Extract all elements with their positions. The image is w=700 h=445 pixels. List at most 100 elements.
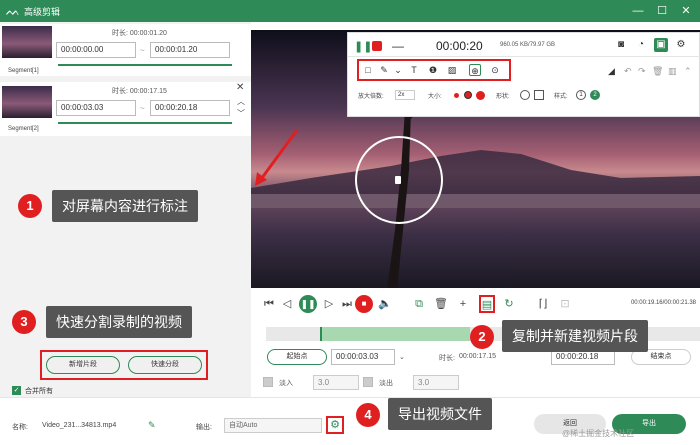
delete-icon[interactable]: 🗑 <box>652 66 663 77</box>
number-marker-icon[interactable]: ❶ <box>427 64 439 76</box>
output-select[interactable]: 自动Auto <box>224 418 322 433</box>
segment-end-field[interactable]: 00:00:20.18 <box>150 100 230 116</box>
selected-range[interactable] <box>320 327 470 341</box>
add-icon[interactable]: + <box>455 296 471 312</box>
volume-icon[interactable]: 🔈 <box>377 296 393 312</box>
segment-start-field[interactable]: 00:00:03.03 <box>56 100 136 116</box>
playback-time: 00:00:19.16/00:00:21.38 <box>630 300 696 306</box>
rectangle-icon[interactable]: □ <box>362 64 374 76</box>
edit-name-icon[interactable]: ✎ <box>148 420 156 431</box>
style-option[interactable]: 2 <box>590 90 600 100</box>
step-forward-icon[interactable]: ▷ <box>321 296 337 312</box>
arrow-annotation-icon <box>255 129 299 186</box>
pen-icon[interactable]: ✎ <box>378 64 390 76</box>
mouse-cursor-icon <box>395 176 401 184</box>
chevron-up-icon[interactable]: ⌃ <box>684 66 692 77</box>
spotlight-icon[interactable]: ⊙ <box>489 64 501 76</box>
copy-segment-icon[interactable]: ▤ <box>479 295 495 313</box>
segment-duration: 时长: 00:00:17.15 <box>112 88 167 95</box>
shape-square-option[interactable] <box>534 90 544 100</box>
clear-icon[interactable]: ▥ <box>668 66 677 77</box>
segment-end-field[interactable]: 00:00:01.20 <box>150 42 230 58</box>
segment-item[interactable]: Segment[1] 时长: 00:00:01.20 00:00:00.00 ~… <box>0 24 251 76</box>
pause-icon[interactable]: ❚❚ <box>299 295 317 313</box>
magnifier-icon[interactable]: ⊕ <box>469 64 481 76</box>
eraser-icon[interactable]: ◢ <box>608 66 615 77</box>
range-separator: ~ <box>140 104 145 113</box>
redo-icon[interactable]: ↷ <box>638 66 646 77</box>
shape-circle-option[interactable] <box>520 90 530 100</box>
quick-split-button[interactable]: 快速分段 <box>128 356 202 374</box>
output-label: 输出: <box>196 424 212 431</box>
name-label: 名称: <box>12 424 28 431</box>
draw-tools-highlight: □ ✎ ⌄ T ❶ ▨ ⊕ ⊙ <box>357 59 511 81</box>
fade-out-label: 淡出 <box>379 380 393 387</box>
size-medium-option[interactable] <box>464 91 472 99</box>
record-size: 960.05 KB/79.97 GB <box>500 42 556 48</box>
playback-controls: ⏮ ◁ ❚❚ ▷ ⏭ ■ 🔈 ⧉ 🗑 + ▤ ↻ ⌈⌋ ⊡ 00:00:19.1… <box>251 290 700 320</box>
mountain-shape <box>251 150 700 208</box>
segment-label: Segment[2] <box>8 126 39 132</box>
duration-value: 00:00:17.15 <box>459 353 496 360</box>
callout-text: 对屏幕内容进行标注 <box>52 190 198 222</box>
zoom-select[interactable]: 2x <box>395 90 415 100</box>
remove-segment-icon[interactable]: ✕ <box>236 82 244 93</box>
check-icon: ✓ <box>12 386 21 395</box>
segment-progress <box>58 64 232 66</box>
title-bar: ᨓ 高级剪辑 — ☐ ✕ <box>0 0 700 22</box>
fade-in-field[interactable]: 3.0 <box>313 375 359 390</box>
text-icon[interactable]: T <box>408 64 420 76</box>
maximize-icon[interactable]: ☐ <box>654 3 670 19</box>
image-icon[interactable]: ▨ <box>446 64 458 76</box>
set-start-button[interactable]: 起始点 <box>267 349 327 365</box>
close-icon[interactable]: ✕ <box>678 3 694 19</box>
stop-icon[interactable]: ■ <box>355 295 373 313</box>
pause-icon[interactable]: ❚❚ <box>354 40 372 53</box>
settings-gear-icon[interactable]: ⚙ <box>674 38 688 52</box>
size-small-option[interactable] <box>454 93 459 98</box>
refresh-icon[interactable]: ↻ <box>501 296 517 312</box>
size-large-option[interactable] <box>476 91 485 100</box>
merge-all-label: 合并所有 <box>25 388 53 395</box>
record-stop-icon[interactable] <box>372 41 382 51</box>
trim-icon[interactable]: ⌈⌋ <box>535 296 551 312</box>
file-name: Video_231...34813.mp4 <box>42 422 117 429</box>
undo-icon[interactable]: ↶ <box>624 66 632 77</box>
timer-icon[interactable]: ◔ <box>634 38 648 52</box>
segment-duration: 时长: 00:00:01.20 <box>112 30 167 37</box>
step-back-icon[interactable]: ◁ <box>279 296 295 312</box>
duration-label: 时长: <box>439 355 455 362</box>
fade-out-checkbox[interactable] <box>363 377 373 387</box>
minimize-icon[interactable]: — <box>630 3 646 19</box>
output-settings-icon[interactable]: ⚙ <box>326 416 344 434</box>
segment-item[interactable]: Segment[2] 时长: 00:00:17.15 00:00:03.03 ~… <box>0 82 251 136</box>
camera-icon[interactable]: ◙ <box>614 38 628 52</box>
recorder-toolbar: ❚❚ — 00:00:20 960.05 KB/79.97 GB ◙ ◔ ▣ ⚙… <box>347 32 700 117</box>
segment-thumbnail <box>2 86 52 118</box>
segment-start-field[interactable]: 00:00:00.00 <box>56 42 136 58</box>
fade-out-field[interactable]: 3.0 <box>413 375 459 390</box>
new-segment-button[interactable]: 新增片段 <box>46 356 120 374</box>
fade-in-checkbox[interactable] <box>263 377 273 387</box>
segment-label: Segment[1] <box>8 68 39 74</box>
callout-badge: 2 <box>470 325 494 349</box>
toolbox-icon[interactable]: ▣ <box>654 38 668 52</box>
sep-icon: ⌄ <box>399 354 405 361</box>
callout-text: 复制并新建视频片段 <box>502 320 648 352</box>
style-option[interactable]: 1 <box>576 90 586 100</box>
crop-icon[interactable]: ⊡ <box>557 296 573 312</box>
delete-segment-icon[interactable]: 🗑 <box>433 296 449 312</box>
chevron-up-icon[interactable]: ︿ <box>237 96 245 107</box>
range-separator: ~ <box>140 46 145 55</box>
chevron-down-icon[interactable]: ⌄ <box>392 64 404 76</box>
chevron-down-icon[interactable]: ﹀ <box>237 108 245 119</box>
app-logo-icon: ᨓ <box>6 4 21 18</box>
fade-in-label: 淡入 <box>279 380 293 387</box>
split-icon[interactable]: ⧉ <box>411 296 427 312</box>
go-start-icon[interactable]: ⏮ <box>261 296 277 312</box>
start-time-field[interactable]: 00:00:03.03 <box>331 349 395 365</box>
go-end-icon[interactable]: ⏭ <box>339 296 355 312</box>
minimize-bar-icon[interactable]: — <box>392 39 404 53</box>
style-label: 样式: <box>554 94 568 100</box>
callout-badge: 4 <box>356 403 380 427</box>
